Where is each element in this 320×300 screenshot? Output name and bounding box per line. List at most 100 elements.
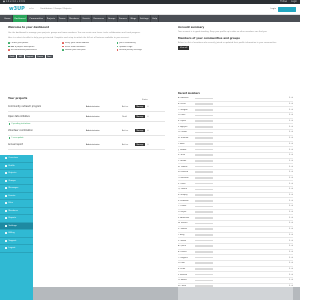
delete-icon[interactable]: ⊗: [291, 268, 293, 270]
delete-icon[interactable]: ⊗: [291, 97, 293, 99]
sidebar-item-overview[interactable]: Overview: [0, 155, 33, 163]
edit-icon[interactable]: ✎: [289, 251, 291, 253]
project-name[interactable]: Community outreach program: [8, 105, 86, 108]
delete-icon[interactable]: ⊗: [291, 131, 293, 133]
edit-icon[interactable]: ✎: [289, 160, 291, 162]
edit-icon[interactable]: ✎: [289, 120, 291, 122]
delete-icon[interactable]: ⊗: [291, 114, 293, 116]
edit-icon[interactable]: ✎: [289, 200, 291, 202]
member-name[interactable]: H. Schmidt: [178, 137, 194, 139]
edit-icon[interactable]: ✎: [289, 143, 291, 145]
help-link[interactable]: Support: [24, 55, 35, 59]
delete-icon[interactable]: ⊗: [291, 137, 293, 139]
sidebar-item-groups[interactable]: Groups: [0, 178, 33, 185]
delete-icon[interactable]: ⊗: [291, 211, 293, 213]
member-name[interactable]: Y. Berg: [178, 234, 194, 236]
help-link[interactable]: Docs: [45, 55, 53, 59]
edit-icon[interactable]: ✎: [289, 171, 291, 173]
sidebar-item-settings[interactable]: Settings: [0, 222, 33, 230]
edit-icon[interactable]: ✎: [289, 166, 291, 168]
project-name[interactable]: Open data initiative: [8, 115, 86, 118]
delete-icon[interactable]: ⊗: [291, 274, 293, 276]
manage-project-button[interactable]: Manage: [135, 105, 146, 108]
delete-icon[interactable]: ⊗: [291, 222, 293, 224]
member-name[interactable]: D. Patel: [178, 114, 194, 116]
nav-item-help[interactable]: Help: [151, 15, 160, 22]
header-signup-button[interactable]: [278, 7, 296, 12]
nav-item-settings[interactable]: Settings: [139, 15, 151, 22]
header-login-link[interactable]: Login: [271, 8, 276, 10]
edit-icon[interactable]: ✎: [289, 222, 291, 224]
edit-icon[interactable]: ✎: [289, 217, 291, 219]
member-name[interactable]: P. Costa: [178, 183, 194, 185]
nav-item-resources[interactable]: Resources: [92, 15, 107, 22]
delete-icon[interactable]: ⊗: [291, 217, 293, 219]
edit-icon[interactable]: ✎: [289, 183, 291, 185]
edit-icon[interactable]: ✎: [289, 149, 291, 151]
edit-icon[interactable]: ✎: [289, 177, 291, 179]
delete-icon[interactable]: ⊗: [291, 279, 293, 281]
edit-icon[interactable]: ✎: [289, 154, 291, 156]
checklist-item[interactable]: Create your profile: [8, 42, 56, 44]
manage-project-button[interactable]: Manage: [135, 129, 146, 132]
edit-icon[interactable]: ✎: [289, 97, 291, 99]
sidebar-item-messages[interactable]: Messages: [0, 185, 33, 193]
help-link[interactable]: Forum: [35, 55, 45, 59]
delete-icon[interactable]: ⊗: [291, 126, 293, 128]
help-link[interactable]: FAQ: [17, 55, 24, 59]
delete-icon[interactable]: ⊗: [291, 171, 293, 173]
nav-item-dashboard[interactable]: Dashboard: [12, 15, 28, 22]
member-name[interactable]: M. Dubois: [178, 166, 194, 168]
edit-icon[interactable]: ✎: [289, 188, 291, 190]
edit-icon[interactable]: ✎: [289, 126, 291, 128]
remove-project-icon[interactable]: ✕: [147, 106, 149, 108]
member-name[interactable]: R. Murphy: [178, 194, 194, 196]
member-name[interactable]: X. Santos: [178, 228, 194, 230]
sidebar-item-billing[interactable]: Billing: [0, 230, 33, 238]
member-name[interactable]: F. Nguyen: [178, 126, 194, 128]
edit-icon[interactable]: ✎: [289, 262, 291, 264]
checklist-item[interactable]: Add a project description: [8, 46, 56, 48]
member-name[interactable]: A. Quinn: [178, 245, 194, 247]
sidebar-item-logout[interactable]: Logout: [0, 245, 33, 253]
delete-icon[interactable]: ⊗: [291, 251, 293, 253]
sidebar-item-projects[interactable]: Projects: [0, 170, 33, 178]
edit-icon[interactable]: ✎: [289, 131, 291, 133]
checklist-item[interactable]: Join a community: [116, 42, 165, 44]
edit-icon[interactable]: ✎: [289, 257, 291, 259]
delete-icon[interactable]: ⊗: [291, 143, 293, 145]
delete-icon[interactable]: ⊗: [291, 188, 293, 190]
delete-icon[interactable]: ⊗: [291, 228, 293, 230]
delete-icon[interactable]: ⊗: [291, 205, 293, 207]
delete-icon[interactable]: ⊗: [291, 177, 293, 179]
edit-icon[interactable]: ✎: [289, 103, 291, 105]
sidebar-item-events[interactable]: Events: [0, 193, 33, 200]
edit-icon[interactable]: ✎: [289, 114, 291, 116]
delete-icon[interactable]: ⊗: [291, 257, 293, 259]
delete-icon[interactable]: ⊗: [291, 154, 293, 156]
edit-icon[interactable]: ✎: [289, 274, 291, 276]
checklist-item[interactable]: Upload a logo: [116, 46, 165, 48]
edit-icon[interactable]: ✎: [289, 234, 291, 236]
checklist-item[interactable]: Review privacy settings: [116, 49, 165, 51]
edit-icon[interactable]: ✎: [289, 205, 291, 207]
member-name[interactable]: F. Moreau: [178, 274, 194, 276]
member-name[interactable]: G. Weber: [178, 279, 194, 281]
edit-icon[interactable]: ✎: [289, 109, 291, 111]
manage-project-button[interactable]: Manage: [135, 143, 146, 146]
member-name[interactable]: U. Meyer: [178, 211, 194, 213]
nav-item-groups[interactable]: Groups: [107, 15, 118, 22]
remove-project-icon[interactable]: ✕: [147, 116, 149, 118]
project-name[interactable]: Volunteer coordination: [8, 129, 86, 132]
member-name[interactable]: E. Khan: [178, 268, 194, 270]
edit-icon[interactable]: ✎: [289, 194, 291, 196]
member-name[interactable]: A. Harrison: [178, 97, 194, 99]
member-name[interactable]: I. Rossi: [178, 143, 194, 145]
checklist-item[interactable]: Verify your email address: [62, 42, 110, 44]
nav-item-events[interactable]: Events: [81, 15, 93, 22]
delete-icon[interactable]: ⊗: [291, 120, 293, 122]
member-name[interactable]: K. Silva: [178, 154, 194, 156]
member-name[interactable]: C. Hughes: [178, 257, 194, 259]
sidebar-item-support[interactable]: Support: [0, 238, 33, 245]
delete-icon[interactable]: ⊗: [291, 149, 293, 151]
